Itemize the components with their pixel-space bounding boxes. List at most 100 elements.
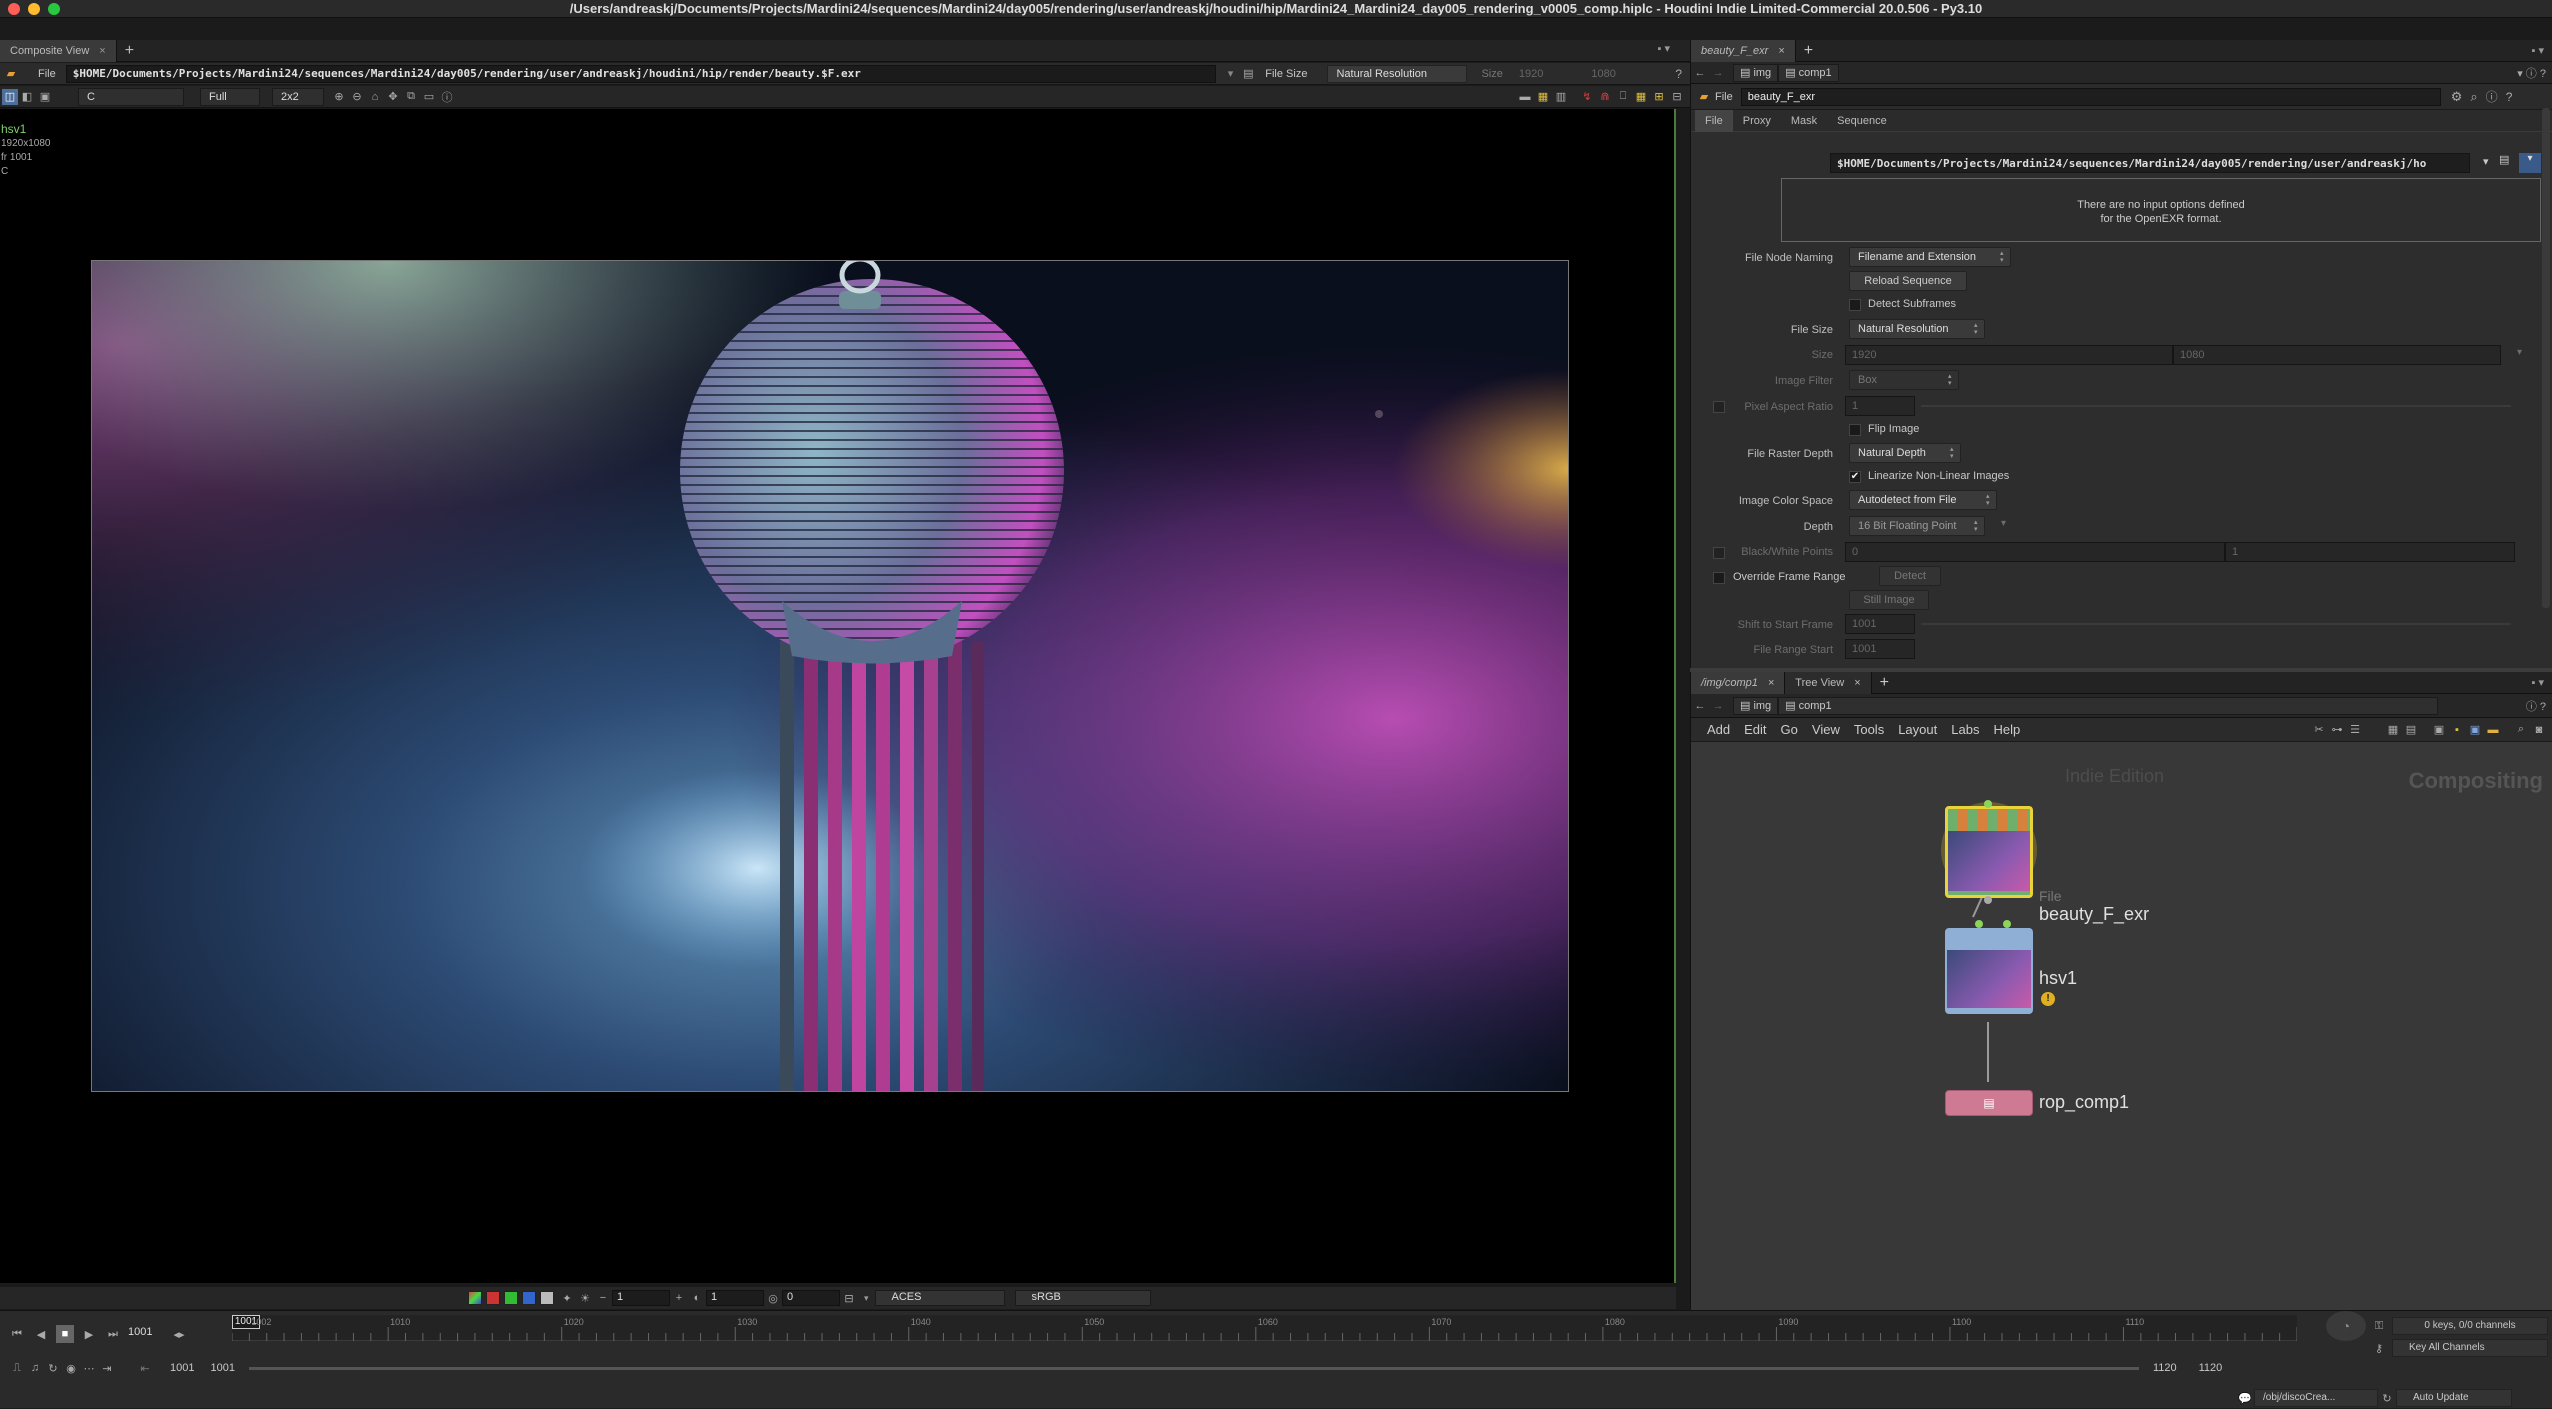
node-rop-comp1[interactable]: ▤ [1945,1090,2033,1116]
key-icon[interactable]: ⚷ [2370,1339,2388,1357]
close-tab-icon[interactable]: × [99,45,105,57]
step-back-icon[interactable]: ◀ [32,1325,50,1343]
pixel-aspect-slider[interactable] [1921,405,2511,407]
quad-view-icon[interactable]: ⊞ [1650,88,1668,106]
help-icon[interactable]: ? [1675,67,1682,81]
folder-icon[interactable]: ▬ [2484,721,2502,739]
exposure-icon[interactable]: ✦ [558,1289,576,1307]
file-node-naming-select[interactable]: Filename and Extension [1849,247,2011,267]
range-start-back-icon[interactable]: ⇤ [136,1359,154,1377]
timeline-ruler[interactable]: 1001 1002 1010 1020 1030 1040 1050 1060 1070 108… [231,1315,2298,1341]
node-name-input[interactable]: beauty_F_exr [1740,87,2441,106]
table-icon[interactable]: ▤ [2402,721,2420,739]
file-menu-icon[interactable]: ▾ [2483,155,2489,168]
record-icon[interactable]: ↯ [1578,88,1596,106]
help-icon[interactable]: ? [2506,90,2513,104]
param-scrollbar[interactable] [2542,108,2550,608]
input-connector[interactable] [1975,920,1983,928]
rgb-channel-icon[interactable] [468,1291,482,1305]
sync-icon[interactable]: ◉ [62,1359,80,1377]
dropdown-arrow-icon[interactable]: ▾ [1228,67,1234,80]
scope-toggle-icon[interactable]: ◔ [2326,1311,2366,1341]
key-all-channels-select[interactable]: Key All Channels [2392,1339,2548,1357]
reload-sequence-button[interactable]: Reload Sequence [1849,271,1967,291]
warning-badge-icon[interactable]: ! [2041,992,2055,1006]
size-height-field[interactable]: 1080 [1591,68,1615,80]
file-size-select[interactable]: Natural Resolution [1327,64,1468,83]
range-end-field-2[interactable]: 1120 [2199,1362,2223,1374]
loop-icon[interactable]: ↻ [44,1359,62,1377]
jump-end-icon[interactable]: ⏭ [104,1325,122,1343]
range-arrow-icon[interactable]: ⇥ [98,1359,116,1377]
flip-image-checkbox[interactable] [1849,424,1861,436]
mask-connector[interactable] [2003,920,2011,928]
plus-icon[interactable]: + [670,1289,688,1307]
browse-icon[interactable]: ▤ [2499,153,2509,166]
fps-icon[interactable]: ⋯ [80,1359,98,1377]
view-lut-select[interactable]: sRGB [1014,1290,1151,1306]
layout-icon[interactable]: ▥ [1552,88,1570,106]
menu-add[interactable]: Add [1707,722,1730,737]
image-filter-select[interactable]: Box [1849,370,1959,390]
lut-arrow-icon[interactable]: ▾ [864,1293,869,1304]
grid-icon[interactable]: ▦ [1632,88,1650,106]
filter-icon[interactable]: ▾ [2519,153,2541,173]
path-img[interactable]: ▤ img [1733,63,1779,82]
size-width-field[interactable]: 1920 [1845,345,2173,365]
tab-file[interactable]: File [1695,109,1733,132]
current-frame-field[interactable]: 1001 [128,1326,170,1342]
file-browse-icon[interactable]: ▤ [1239,65,1257,83]
gamma-field[interactable]: 1 [706,1290,764,1306]
brightness-icon[interactable]: ☀ [576,1289,594,1307]
range-start-field[interactable]: 1001 [170,1362,194,1374]
path-menu-icon[interactable]: ⓘ ? [2526,698,2546,714]
tab-sequence[interactable]: Sequence [1827,110,1897,132]
search-icon[interactable]: ⌕ [2470,89,2477,105]
camera-icon[interactable]: ◙ [2530,721,2548,739]
auto-update-select[interactable]: Auto Update [2396,1389,2512,1407]
home-icon[interactable]: ⌂ [366,88,384,106]
range-end-field[interactable]: 1120 [2153,1362,2177,1374]
forward-icon[interactable]: → [1709,64,1727,82]
offset-icon[interactable]: ◎ [764,1289,782,1307]
tab-composite-view[interactable]: Composite View × [0,40,117,62]
keyframe-icon[interactable]: ⚿ [2370,1317,2388,1335]
color-space-select[interactable]: Autodetect from File [1849,490,1997,510]
menu-help[interactable]: Help [1993,722,2020,737]
size-menu-icon[interactable]: ▾ [2517,347,2522,358]
menu-labs[interactable]: Labs [1951,722,1979,737]
viewer-file-path-input[interactable]: $HOME/Documents/Projects/Mardini24/seque… [65,64,1216,83]
still-image-button[interactable]: Still Image [1849,590,1929,610]
depth-menu-icon[interactable]: ▾ [2001,518,2006,529]
gear-icon[interactable]: ⚙ [2451,89,2463,105]
pane-menu-icon[interactable]: ▪ ▾ [1658,42,1670,55]
blue-channel-icon[interactable] [522,1291,536,1305]
fit-icon[interactable]: ⧉ [402,88,420,106]
back-icon[interactable]: ← [1691,697,1709,715]
zoom-in-icon[interactable]: ⊕ [330,88,348,106]
zoom-out-icon[interactable]: ⊖ [348,88,366,106]
image-icon[interactable]: ▣ [2430,721,2448,739]
size-height-field[interactable]: 1080 [2173,345,2501,365]
add-tab-icon[interactable]: + [1804,42,1813,60]
add-tab-icon[interactable]: + [1880,674,1889,692]
exposure-field[interactable]: 1 [612,1290,670,1306]
red-channel-icon[interactable] [486,1291,500,1305]
linearize-checkbox[interactable]: ✔ [1849,471,1861,483]
info-icon[interactable]: ⓘ [438,88,456,106]
lut-icon[interactable]: ⊟ [840,1289,858,1307]
gamma-icon[interactable]: ◐ [688,1289,706,1307]
forward-icon[interactable]: → [1709,697,1727,715]
pane-menu-icon[interactable]: ▪ ▾ [2532,44,2544,57]
pan-icon[interactable]: ✥ [384,88,402,106]
magnet-icon[interactable]: ⋒ [1596,88,1614,106]
raster-depth-select[interactable]: Natural Depth [1849,443,1961,463]
depth-select[interactable]: 16 Bit Floating Point [1849,516,1985,536]
menu-edit[interactable]: Edit [1744,722,1766,737]
tab-proxy[interactable]: Proxy [1733,110,1781,132]
range-start-field-2[interactable]: 1001 [210,1362,234,1374]
file-size-select[interactable]: Natural Resolution [1849,319,1985,339]
jump-start-icon[interactable]: ⏮ [8,1325,26,1343]
network-box-icon[interactable]: ▣ [2466,721,2484,739]
step-keys-icon[interactable]: ◂▸ [170,1325,188,1343]
